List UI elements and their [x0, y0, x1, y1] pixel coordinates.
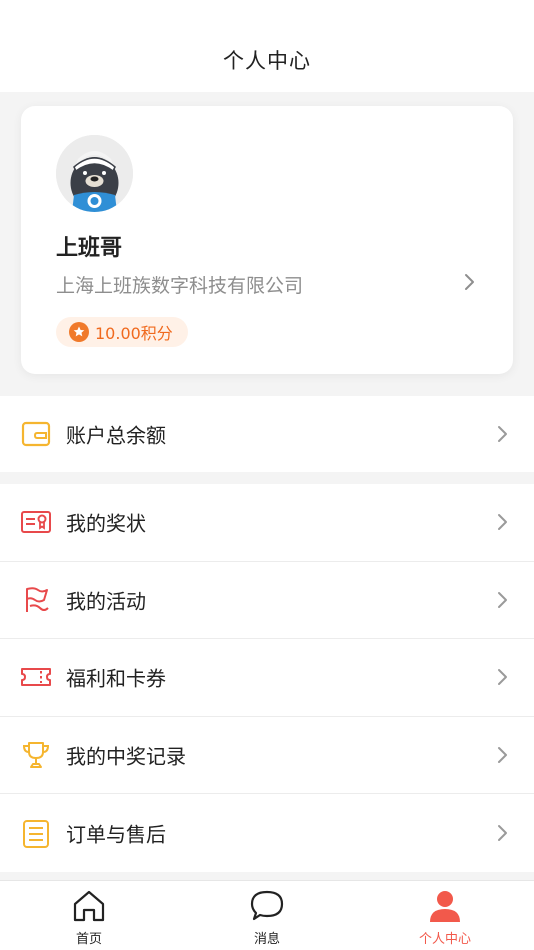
- tab-label: 首页: [75, 932, 102, 947]
- menu-item-prize-records[interactable]: 我的中奖记录: [0, 717, 534, 794]
- tab-label: 个人中心: [418, 932, 471, 947]
- trophy-icon: [22, 741, 50, 768]
- coupon-icon: [21, 668, 51, 687]
- top-header: 个人中心: [0, 0, 534, 92]
- wallet-icon: [21, 421, 51, 447]
- points-value: 10.00积分: [95, 324, 173, 343]
- menu-label: 我的中奖记录: [66, 744, 186, 769]
- tab-profile[interactable]: 个人中心: [356, 881, 534, 950]
- company-name: 上海上班族数字科技有限公司: [56, 275, 304, 297]
- menu-label: 我的奖状: [66, 511, 146, 536]
- chevron-right-icon[interactable]: [461, 272, 479, 292]
- tab-home[interactable]: 首页: [0, 881, 178, 950]
- account-balance-row[interactable]: 账户总余额: [0, 396, 534, 472]
- flag-icon: [26, 586, 49, 612]
- tab-messages[interactable]: 消息: [178, 881, 356, 950]
- menu-item-coupons[interactable]: 福利和卡券: [0, 639, 534, 717]
- menu-item-certificates[interactable]: 我的奖状: [0, 484, 534, 562]
- profile-card[interactable]: 上班哥 上海上班族数字科技有限公司 10.00积分: [21, 106, 513, 374]
- menu-label: 我的活动: [66, 589, 146, 614]
- message-icon: [250, 890, 284, 921]
- home-icon: [73, 890, 105, 922]
- chevron-right-icon: [498, 669, 507, 686]
- order-icon: [23, 819, 49, 848]
- menu-label: 福利和卡券: [66, 666, 166, 691]
- chevron-right-icon: [498, 746, 507, 763]
- avatar[interactable]: [56, 135, 133, 212]
- balance-label: 账户总余额: [66, 423, 166, 448]
- menu-item-activities[interactable]: 我的活动: [0, 562, 534, 639]
- chevron-right-icon: [498, 426, 507, 442]
- star-coin-icon: [69, 322, 89, 342]
- chevron-right-icon: [498, 591, 507, 608]
- menu-label: 订单与售后: [66, 822, 166, 847]
- points-badge[interactable]: 10.00积分: [56, 317, 188, 347]
- tab-label: 消息: [253, 932, 280, 947]
- chevron-right-icon: [498, 514, 507, 531]
- chevron-right-icon: [498, 824, 507, 841]
- page-title: 个人中心: [223, 49, 311, 73]
- user-name: 上班哥: [56, 236, 123, 261]
- menu-item-orders[interactable]: 订单与售后: [0, 794, 534, 872]
- user-icon: [430, 891, 460, 922]
- bottom-tab-bar: 首页 消息 个人中心: [0, 880, 534, 950]
- menu-list: 我的奖状 我的活动 福利和卡券 我的中奖记录 订单与售后: [0, 484, 534, 872]
- certificate-icon: [21, 511, 51, 534]
- bear-avatar-icon: [56, 135, 133, 212]
